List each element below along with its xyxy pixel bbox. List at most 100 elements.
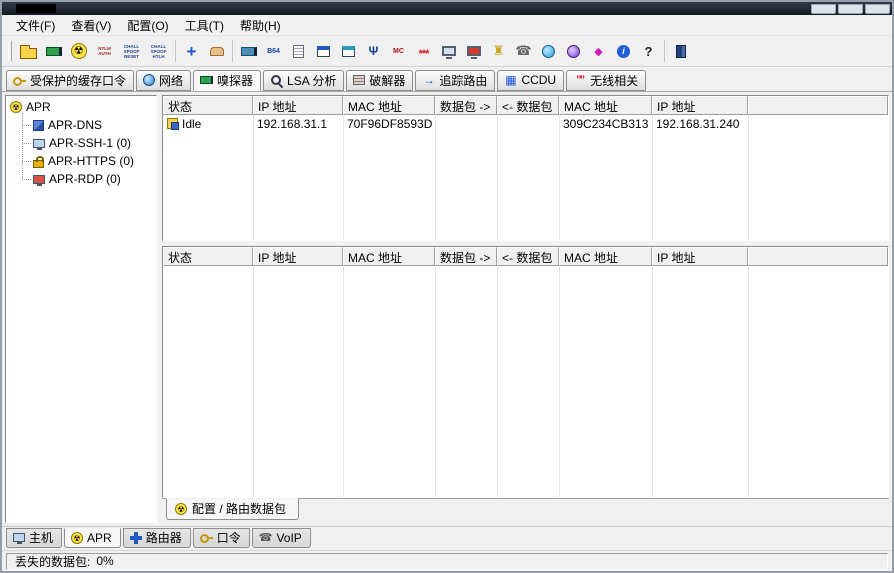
tree-node-apr[interactable]: ☢ APR bbox=[8, 98, 154, 116]
column-header-mac[interactable]: MAC 地址 bbox=[343, 96, 435, 115]
sniffer-toggle-button[interactable] bbox=[41, 39, 66, 64]
mc-tool-button[interactable]: MC bbox=[386, 39, 411, 64]
menu-file[interactable]: 文件(F) bbox=[8, 15, 63, 36]
column-header-packets-out[interactable]: 数据包 -> bbox=[435, 247, 497, 266]
tree-node-apr-dns[interactable]: APR-DNS bbox=[17, 116, 154, 134]
table-body[interactable] bbox=[163, 266, 888, 497]
sphere-icon bbox=[567, 44, 580, 58]
column-header-filler[interactable] bbox=[748, 247, 888, 266]
telephone-button[interactable]: ☎ bbox=[511, 39, 536, 64]
tab-hosts[interactable]: 主机 bbox=[6, 528, 63, 548]
column-header-ip[interactable]: IP 地址 bbox=[253, 96, 343, 115]
column-header-mac2[interactable]: MAC 地址 bbox=[559, 247, 652, 266]
chall-spoof-htlh-button[interactable]: CHALL SPOOF HTLH bbox=[145, 39, 172, 64]
ntlm-auth-button[interactable]: NTLM AUTH bbox=[91, 39, 118, 64]
close-button[interactable] bbox=[865, 3, 890, 14]
tower-button[interactable]: ♜ bbox=[486, 39, 511, 64]
window-icon bbox=[342, 45, 355, 57]
window-icon bbox=[317, 45, 330, 57]
hand-icon bbox=[209, 46, 224, 56]
remove-button[interactable] bbox=[204, 39, 229, 64]
tree-node-apr-ssh[interactable]: APR-SSH-1 (0) bbox=[17, 134, 154, 152]
chall-spoof-htlh-icon: CHALL SPOOF HTLH bbox=[150, 43, 167, 59]
tab-network[interactable]: 网络 bbox=[136, 70, 192, 91]
notes-button[interactable] bbox=[286, 39, 311, 64]
monitor-red-button[interactable] bbox=[461, 39, 486, 64]
base64-decoder-button[interactable]: B64 bbox=[261, 39, 286, 64]
tab-cached-passwords[interactable]: 受保护的缓存口令 bbox=[6, 70, 135, 91]
network-card-button[interactable] bbox=[236, 39, 261, 64]
grid-line bbox=[435, 115, 436, 240]
network-adapter-icon bbox=[200, 76, 214, 84]
globe-button[interactable] bbox=[536, 39, 561, 64]
tab-routing[interactable]: 路由器 bbox=[122, 528, 191, 548]
column-header-ip2[interactable]: IP 地址 bbox=[652, 96, 748, 115]
tab-ccdu[interactable]: ▦ CCDU bbox=[497, 70, 565, 91]
globe-icon bbox=[542, 44, 555, 58]
open-file-button[interactable] bbox=[16, 39, 41, 64]
tab-label: 受保护的缓存口令 bbox=[30, 73, 127, 88]
tab-voip[interactable]: ☎ VoIP bbox=[251, 528, 311, 548]
minimize-button[interactable] bbox=[811, 3, 836, 14]
column-header-packets-in[interactable]: <- 数据包 bbox=[497, 96, 559, 115]
grid-line bbox=[343, 115, 344, 240]
plug-button[interactable]: ◆ bbox=[586, 39, 611, 64]
tab-label: 破解器 bbox=[369, 73, 406, 88]
column-header-status[interactable]: 状态 bbox=[163, 96, 253, 115]
app-window-button-1[interactable] bbox=[311, 39, 336, 64]
tree-node-apr-rdp[interactable]: APR-RDP (0) bbox=[17, 170, 154, 188]
statusbar: 丢失的数据包: 0% bbox=[2, 550, 892, 571]
info-button[interactable]: i bbox=[611, 39, 636, 64]
table-body[interactable]: Idle 192.168.31.1 70F96DF8593D 309C234CB… bbox=[163, 115, 888, 240]
main-area: ☢ APR APR-DNS APR-SSH-1 (0) APR-HTTPS (0… bbox=[2, 92, 892, 526]
column-header-packets-in[interactable]: <- 数据包 bbox=[497, 247, 559, 266]
add-to-list-button[interactable]: + bbox=[179, 39, 204, 64]
base64-icon: B64 bbox=[267, 47, 280, 55]
password-reveal-button[interactable]: *** bbox=[411, 39, 436, 64]
maximize-button[interactable] bbox=[838, 3, 863, 14]
tab-label: VoIP bbox=[276, 530, 302, 545]
tab-apr[interactable]: ☢ APR bbox=[64, 528, 121, 548]
tab-wireless[interactable]: ”” 无线相关 bbox=[566, 70, 647, 91]
column-header-mac2[interactable]: MAC 地址 bbox=[559, 96, 652, 115]
radiation-icon: ☢ bbox=[175, 502, 187, 515]
computer-icon bbox=[13, 533, 25, 544]
column-header-filler[interactable] bbox=[748, 96, 888, 115]
help-button[interactable]: ? bbox=[636, 39, 661, 64]
tab-sniffer[interactable]: 嗅探器 bbox=[193, 70, 262, 91]
tab-traceroute[interactable]: → 追踪路由 bbox=[415, 70, 496, 91]
menu-tools[interactable]: 工具(T) bbox=[177, 15, 232, 36]
tab-passwords[interactable]: 口令 bbox=[192, 528, 250, 548]
column-header-ip2[interactable]: IP 地址 bbox=[652, 247, 748, 266]
plug-icon: ◆ bbox=[594, 45, 603, 58]
radiation-icon: ☢ bbox=[70, 43, 87, 59]
column-header-ip[interactable]: IP 地址 bbox=[253, 247, 343, 266]
titlebar[interactable] bbox=[2, 2, 892, 15]
tree-node-apr-https[interactable]: APR-HTTPS (0) bbox=[17, 152, 154, 170]
sphere-button[interactable] bbox=[561, 39, 586, 64]
toolbar: ☢ NTLM AUTH CHALL SPOOF RESET CHALL SPOO… bbox=[2, 36, 892, 67]
menu-help[interactable]: 帮助(H) bbox=[232, 15, 289, 36]
table-row[interactable]: Idle 192.168.31.1 70F96DF8593D 309C234CB… bbox=[163, 115, 888, 132]
chall-spoof-reset-button[interactable]: CHALL SPOOF RESET bbox=[118, 39, 145, 64]
column-header-packets-out[interactable]: 数据包 -> bbox=[435, 96, 497, 115]
grid-line bbox=[343, 266, 344, 497]
apr-dns-icon bbox=[33, 119, 44, 131]
toolbar-grip[interactable] bbox=[8, 41, 12, 61]
config-route-packets-tab[interactable]: ☢ 配置 / 路由数据包 bbox=[166, 498, 300, 520]
monitor-button[interactable] bbox=[436, 39, 461, 64]
menu-configure[interactable]: 配置(O) bbox=[119, 15, 176, 36]
column-header-mac[interactable]: MAC 地址 bbox=[343, 247, 435, 266]
monitor-red-icon bbox=[33, 174, 45, 186]
lost-packets-value: 0% bbox=[96, 554, 114, 568]
column-header-status[interactable]: 状态 bbox=[163, 247, 253, 266]
exit-button[interactable] bbox=[668, 39, 693, 64]
tuning-fork-button[interactable]: Ψ bbox=[361, 39, 386, 64]
tab-lsa-secrets[interactable]: LSA 分析 bbox=[263, 70, 345, 91]
chall-spoof-reset-icon: CHALL SPOOF RESET bbox=[123, 43, 140, 59]
grid-line bbox=[253, 266, 254, 497]
tab-cracker[interactable]: 破解器 bbox=[346, 70, 414, 91]
app-window-button-2[interactable] bbox=[336, 39, 361, 64]
apr-toggle-button[interactable]: ☢ bbox=[66, 39, 91, 64]
menu-view[interactable]: 查看(V) bbox=[63, 15, 119, 36]
